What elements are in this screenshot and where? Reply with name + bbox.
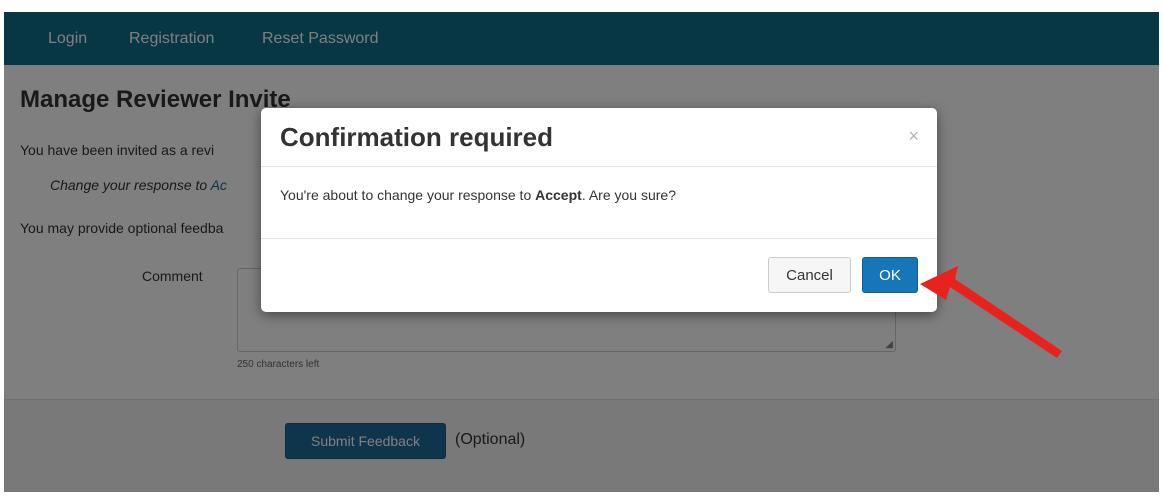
app-window: Login Registration Reset Password Manage… xyxy=(4,12,1159,492)
dialog-title: Confirmation required xyxy=(280,122,554,152)
dialog-header: Confirmation required × xyxy=(261,108,937,167)
ok-button[interactable]: OK xyxy=(862,257,918,293)
dialog-footer: Cancel OK xyxy=(261,238,937,312)
confirmation-dialog: Confirmation required × You're about to … xyxy=(261,108,937,312)
dialog-message-emphasis: Accept xyxy=(535,187,582,203)
dialog-message-suffix: . Are you sure? xyxy=(581,187,676,203)
cancel-button[interactable]: Cancel xyxy=(768,257,851,293)
dialog-message-prefix: You're about to change your response to xyxy=(280,187,536,203)
dialog-message: You're about to change your response to … xyxy=(280,187,676,203)
close-icon[interactable]: × xyxy=(908,126,919,147)
